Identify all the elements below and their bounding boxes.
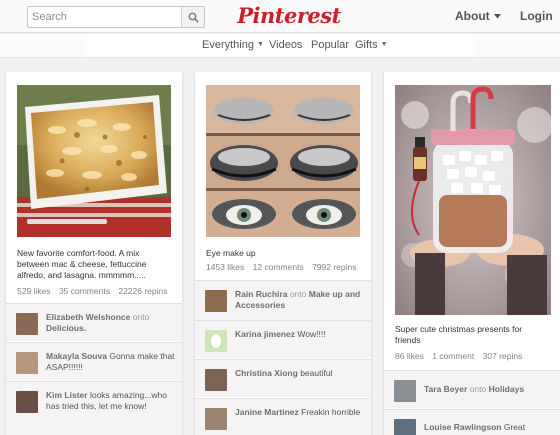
- comment-text: beautiful: [300, 368, 333, 378]
- like-count[interactable]: 529 likes: [17, 286, 51, 296]
- board-name[interactable]: Delicious.: [46, 323, 86, 333]
- everything-label: Everything: [202, 39, 254, 51]
- search-icon: [188, 12, 199, 23]
- pin-description: New favorite comfort-food. A mix between…: [17, 248, 147, 280]
- comment-text: Great: [503, 422, 526, 432]
- search-button[interactable]: [181, 7, 204, 27]
- activity-text: Karina jimenez Wow!!!!: [235, 329, 365, 340]
- activity-row: Janine Martinez Freakin horrible: [195, 398, 371, 435]
- onto-label: onto: [469, 384, 487, 394]
- activity-row: Karina jimenez Wow!!!!: [195, 320, 371, 358]
- user-name[interactable]: Janine Martinez: [235, 407, 299, 417]
- user-name[interactable]: Karina jimenez: [235, 329, 295, 339]
- pin-stats: 86 likes 1 comment 307 repins: [395, 351, 528, 361]
- activity-text: Rain Ruchira onto Make up and Accessorie…: [235, 289, 365, 311]
- pinterest-logo[interactable]: Pinterest: [225, 1, 353, 31]
- user-name[interactable]: Kim Lister: [46, 390, 88, 400]
- activity-row: Tara Beyer onto Holidays: [384, 370, 560, 408]
- comment-text: Freakin horrible: [301, 407, 361, 417]
- about-menu[interactable]: About: [455, 9, 501, 23]
- activity-row: Makayla Souva Gonna make that ASAP!!!!!!: [6, 342, 182, 380]
- pin-card[interactable]: New favorite comfort-food. A mix between…: [6, 72, 182, 435]
- pin-image[interactable]: [17, 85, 171, 237]
- avatar[interactable]: [16, 352, 38, 374]
- everything-menu[interactable]: Everything ▼: [202, 39, 264, 51]
- gifts-menu[interactable]: Gifts ▼: [355, 39, 388, 51]
- activity-row: Rain Ruchira onto Make up and Accessorie…: [195, 280, 371, 320]
- user-name[interactable]: Louise Rawlingson: [424, 422, 501, 432]
- onto-label: onto: [132, 312, 150, 322]
- like-count[interactable]: 86 likes: [395, 351, 424, 361]
- activity-text: Elizabeth Welshonce onto Delicious.: [46, 312, 176, 334]
- repin-count[interactable]: 7992 repins: [312, 262, 356, 272]
- like-count[interactable]: 1453 likes: [206, 262, 244, 272]
- cocoa-jar-image: [395, 85, 551, 315]
- avatar[interactable]: [205, 408, 227, 430]
- activity-row: Kim Lister looks amazing...who has tried…: [6, 381, 182, 435]
- avatar[interactable]: [205, 330, 227, 352]
- comment-count[interactable]: 12 comments: [253, 262, 304, 272]
- avatar[interactable]: [205, 369, 227, 391]
- pasta-dish-image: [17, 85, 171, 237]
- repin-count[interactable]: 307 repins: [483, 351, 523, 361]
- avatar[interactable]: [205, 290, 227, 312]
- avatar[interactable]: [16, 313, 38, 335]
- about-label: About: [455, 9, 490, 23]
- board-name[interactable]: Holidays: [489, 384, 524, 394]
- caret-down-icon: [493, 13, 501, 18]
- activity-text: Kim Lister looks amazing...who has tried…: [46, 390, 176, 412]
- top-header: Pinterest About Login: [0, 0, 560, 33]
- eye-makeup-image: [206, 85, 360, 237]
- activity-text: Janine Martinez Freakin horrible: [235, 407, 365, 418]
- pin-stats: 1453 likes 12 comments 7992 repins: [206, 262, 362, 272]
- avatar[interactable]: [394, 419, 416, 435]
- comment-count[interactable]: 35 comments: [59, 286, 110, 296]
- user-name[interactable]: Tara Beyer: [424, 384, 467, 394]
- pin-card[interactable]: Eye make up 1453 likes 12 comments 7992 …: [195, 72, 371, 435]
- pin-stats: 529 likes 35 comments 22226 repins: [17, 286, 174, 296]
- user-name[interactable]: Makayla Souva: [46, 351, 107, 361]
- avatar[interactable]: [394, 380, 416, 402]
- default-avatar-icon: [211, 334, 221, 348]
- activity-text: Christina Xiong beautiful: [235, 368, 365, 379]
- login-link[interactable]: Login: [520, 9, 553, 23]
- category-nav: Everything ▼ Videos Popular Gifts ▼: [0, 34, 560, 58]
- repin-count[interactable]: 22226 repins: [118, 286, 167, 296]
- pin-image[interactable]: [206, 85, 360, 237]
- avatar[interactable]: [16, 391, 38, 413]
- caret-down-icon: ▼: [256, 41, 264, 48]
- activity-text: Tara Beyer onto Holidays: [424, 384, 554, 395]
- pin-card[interactable]: Super cute christmas presents for friend…: [384, 72, 560, 435]
- user-name[interactable]: Christina Xiong: [235, 368, 298, 378]
- search-box: [27, 6, 205, 28]
- pin-description: Super cute christmas presents for friend…: [395, 324, 523, 345]
- category-nav-inner: Everything ▼ Videos Popular Gifts ▼: [86, 34, 474, 57]
- pin-image[interactable]: [395, 85, 551, 315]
- activity-text: Louise Rawlingson Great: [424, 422, 554, 433]
- activity-row: Louise Rawlingson Great: [384, 409, 560, 435]
- comment-count[interactable]: 1 comment: [432, 351, 474, 361]
- videos-link[interactable]: Videos: [269, 39, 302, 51]
- popular-link[interactable]: Popular: [311, 39, 349, 51]
- activity-text: Makayla Souva Gonna make that ASAP!!!!!!: [46, 351, 176, 373]
- onto-label: onto: [289, 289, 307, 299]
- comment-text: Wow!!!!: [297, 329, 326, 339]
- gifts-label: Gifts: [355, 39, 378, 51]
- pin-description: Eye make up: [206, 248, 256, 258]
- activity-row: Elizabeth Welshonce onto Delicious.: [6, 303, 182, 341]
- search-input[interactable]: [28, 7, 182, 27]
- activity-row: Christina Xiong beautiful: [195, 359, 371, 397]
- user-name[interactable]: Rain Ruchira: [235, 289, 287, 299]
- user-name[interactable]: Elizabeth Welshonce: [46, 312, 130, 322]
- caret-down-icon: ▼: [380, 41, 388, 48]
